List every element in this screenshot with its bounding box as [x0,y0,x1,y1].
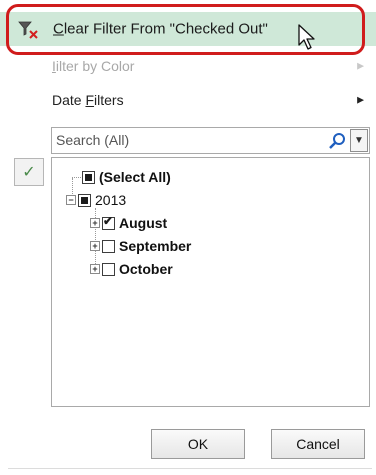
filter-by-color-label: Iilter by Color [52,58,135,74]
checkmark-icon: ✓ [14,158,44,186]
filter-by-color-menu-item: Iilter by Color ▶ [0,52,376,80]
expand-icon[interactable]: + [90,218,100,228]
filter-value-list[interactable]: (Select All) − 2013 + August + September… [51,157,370,407]
month-label: September [119,238,192,254]
clear-filter-menu-item[interactable]: Clear Filter From "Checked Out" [0,12,376,46]
select-all-label: (Select All) [99,169,171,185]
tree-item-month[interactable]: + August [90,213,167,233]
month-checkbox[interactable] [102,239,115,253]
ok-button[interactable]: OK [151,429,245,459]
tree-item-month[interactable]: + September [90,236,191,256]
collapse-icon[interactable]: − [66,195,76,205]
search-placeholder: Search (All) [56,132,130,148]
date-filters-menu-item[interactable]: Date Filters ▶ [0,86,376,114]
search-icon[interactable] [328,132,346,150]
tree-item-select-all[interactable]: (Select All) [82,167,171,187]
divider [8,468,372,469]
month-checkbox[interactable] [102,214,115,230]
expand-icon[interactable]: + [90,264,100,274]
expand-icon[interactable]: + [90,241,100,251]
month-label: August [119,215,168,231]
month-checkbox[interactable] [102,262,115,276]
submenu-arrow-icon: ▶ [357,94,364,105]
cancel-button[interactable]: Cancel [271,429,365,459]
search-dropdown-button[interactable]: ▼ [350,129,368,152]
year-label: 2013 [95,192,127,208]
clear-filter-icon [18,21,38,39]
select-all-checkbox[interactable] [82,170,95,184]
date-filters-label: Date Filters [52,92,124,108]
submenu-arrow-icon: ▶ [357,60,364,71]
chevron-down-icon: ▼ [354,135,364,146]
year-checkbox[interactable] [78,193,91,207]
search-input[interactable]: Search (All) ▼ [51,127,370,154]
clear-filter-label: Clear Filter From "Checked Out" [53,20,268,38]
tree-item-month[interactable]: + October [90,259,173,279]
mouse-cursor-icon [298,24,315,50]
tree-item-year[interactable]: − 2013 [66,190,126,210]
month-label: October [119,261,173,277]
